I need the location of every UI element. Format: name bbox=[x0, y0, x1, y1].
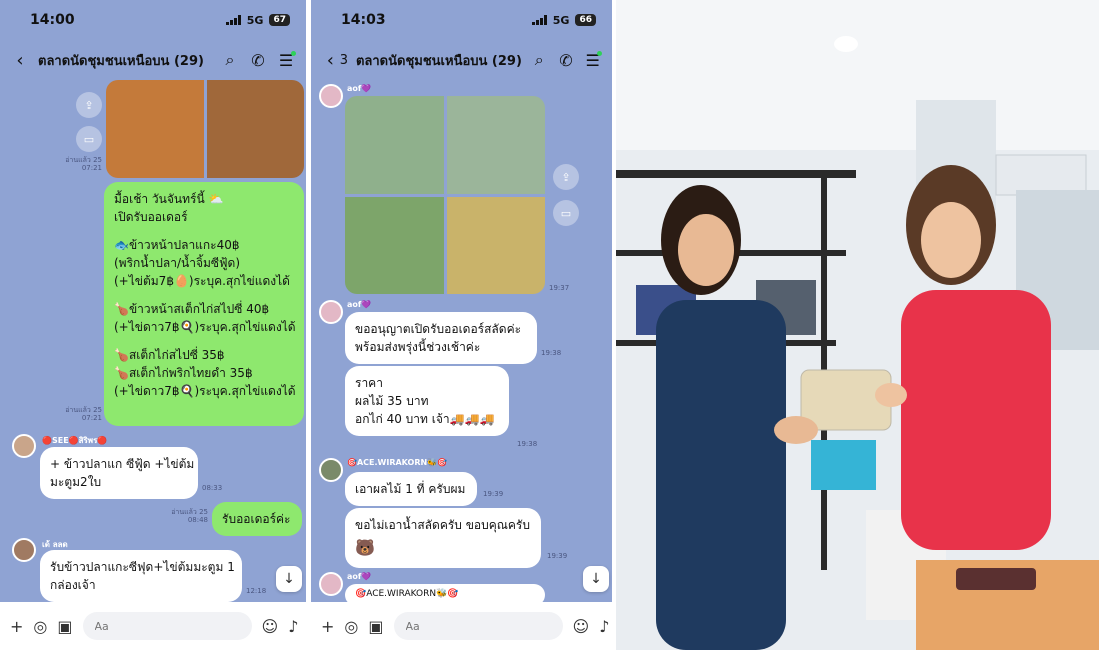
sender-name: aof💜 bbox=[347, 300, 372, 309]
camera-icon[interactable]: ◎ bbox=[33, 617, 47, 636]
sender-name: aof💜 bbox=[347, 572, 372, 581]
chevron-left-icon[interactable]: ‹ bbox=[10, 50, 30, 71]
chat-title: ตลาดนัดชุมชนเหนือบน (29) bbox=[355, 53, 522, 69]
emoji-icon[interactable]: ☺ bbox=[262, 617, 279, 636]
message-input[interactable] bbox=[393, 612, 563, 640]
photo-grilled-chicken[interactable] bbox=[106, 80, 204, 178]
arrow-down-icon[interactable]: ↓ bbox=[583, 566, 609, 592]
phone-icon[interactable]: ✆ bbox=[557, 51, 576, 70]
share-icon[interactable]: ⇪ bbox=[76, 92, 102, 118]
message-time: 19:38 bbox=[517, 440, 538, 448]
save-icon[interactable]: ▭ bbox=[76, 126, 102, 152]
avatar[interactable] bbox=[319, 300, 343, 324]
message-list: aof💜 ⇪ ▭ 19:37 aof💜 ขออนุญาตเปิดรับออเดอ… bbox=[311, 80, 612, 606]
sticker: 🐻 bbox=[355, 538, 375, 557]
phone-icon[interactable]: ✆ bbox=[248, 51, 268, 70]
save-icon[interactable]: ▭ bbox=[553, 200, 579, 226]
photo-chicken-salad[interactable] bbox=[345, 196, 444, 294]
camera-icon[interactable]: ◎ bbox=[344, 617, 358, 636]
message-input-bar: + ◎ ▣ ☺ ♪ bbox=[0, 602, 306, 650]
food-photo-grid[interactable] bbox=[106, 80, 304, 178]
plus-icon[interactable]: + bbox=[321, 617, 334, 636]
message-time: 19:39 bbox=[547, 552, 568, 560]
status-time: 14:03 bbox=[341, 12, 386, 28]
chat-title: ตลาดนัดชุมชนเหนือบน (29) bbox=[38, 53, 204, 69]
arrow-down-icon[interactable]: ↓ bbox=[276, 566, 302, 592]
status-bar: 14:03 5G 66 bbox=[311, 0, 612, 40]
read-receipt: อ่านแล้ว 25 07:21 bbox=[65, 156, 102, 173]
sender-name: 🔴SEE🔴สิริพร🔴 bbox=[42, 436, 108, 445]
message-bubble[interactable]: + ข้าวปลาแก ซีฟู้ด +ไข่ต้ม มะตูม2ใบ bbox=[40, 447, 198, 499]
message-bubble[interactable]: ขอไม่เอาน้ำสลัดครับ ขอบคุณครับ 🐻 bbox=[345, 508, 541, 568]
back-count[interactable]: 3 bbox=[340, 53, 348, 68]
salad-photo-grid[interactable] bbox=[345, 96, 545, 294]
read-receipt: อ่านแล้ว 25 08:48 bbox=[171, 508, 208, 525]
read-receipt: อ่านแล้ว 25 07:21 bbox=[65, 406, 102, 423]
message-time: 19:38 bbox=[541, 349, 562, 357]
avatar[interactable] bbox=[12, 538, 36, 562]
chat-header: ‹ ตลาดนัดชุมชนเหนือบน (29) ⌕ ✆ ☰ bbox=[0, 40, 306, 80]
sender-name: 🎯ACE.WIRAKORN🐝🎯 bbox=[347, 458, 448, 467]
status-bar: 14:00 5G 67 bbox=[0, 0, 306, 40]
message-time: 08:33 bbox=[202, 484, 223, 492]
message-bubble[interactable]: รับข้าวปลาแกะซีฟุด+ไข่ต้มมะตูม 1 กล่องเจ… bbox=[40, 550, 242, 602]
emoji-icon[interactable]: ☺ bbox=[573, 617, 590, 636]
message-input-bar: + ◎ ▣ ☺ ♪ bbox=[311, 602, 612, 650]
chat-header: ‹ 3 ตลาดนัดชุมชนเหนือบน (29) ⌕ ✆ ☰ bbox=[311, 40, 612, 80]
photo-salad-boxes[interactable] bbox=[345, 96, 444, 194]
signal-icon bbox=[531, 15, 547, 25]
photo-salad-boxes[interactable] bbox=[446, 96, 545, 194]
signal-icon bbox=[225, 15, 241, 25]
avatar[interactable] bbox=[319, 458, 343, 482]
avatar[interactable] bbox=[319, 572, 343, 596]
my-reply-bubble[interactable]: รับออเดอร์ค่ะ bbox=[212, 502, 302, 536]
message-time: 19:39 bbox=[483, 490, 504, 498]
message-time: 19:37 bbox=[549, 284, 570, 292]
message-time: 12:18 bbox=[246, 587, 267, 595]
photo-fish-and-egg[interactable] bbox=[206, 80, 304, 178]
office-photo bbox=[616, 0, 1099, 650]
menu-icon[interactable]: ☰ bbox=[583, 50, 602, 70]
image-icon[interactable]: ▣ bbox=[57, 617, 72, 636]
menu-message[interactable]: มื้อเช้า วันจันทร์นี้ ⛅ เปิดรับออเดอร์ 🐟… bbox=[104, 182, 304, 426]
status-time: 14:00 bbox=[30, 12, 75, 28]
message-list: ⇪ ▭ อ่านแล้ว 25 07:21 มื้อเช้า วันจันทร์… bbox=[0, 80, 306, 602]
plus-icon[interactable]: + bbox=[10, 617, 23, 636]
message-bubble[interactable]: ขออนุญาตเปิดรับออเดอร์สลัดค่ะ พร้อมส่งพร… bbox=[345, 312, 537, 364]
two-women-with-salad-photo bbox=[616, 0, 1099, 650]
avatar[interactable] bbox=[12, 434, 36, 458]
message-input[interactable] bbox=[82, 612, 252, 640]
avatar[interactable] bbox=[319, 84, 343, 108]
menu-icon[interactable]: ☰ bbox=[276, 50, 296, 70]
message-bubble[interactable]: ราคา ผลไม้ 35 บาท อกไก่ 40 บาท เจ้า🚚🚚🚚 bbox=[345, 366, 509, 436]
network-type: 5G bbox=[246, 13, 264, 27]
search-icon[interactable]: ⌕ bbox=[530, 50, 549, 70]
search-icon[interactable]: ⌕ bbox=[220, 50, 240, 70]
mic-icon[interactable]: ♪ bbox=[288, 617, 298, 636]
battery-level: 66 bbox=[575, 14, 596, 26]
image-icon[interactable]: ▣ bbox=[368, 617, 383, 636]
chat-screen-left: 14:00 5G 67 ‹ ตลาดนัดชุมชนเหนือบน (29) ⌕… bbox=[0, 0, 306, 650]
chat-screen-right: 14:03 5G 66 ‹ 3 ตลาดนัดชุมชนเหนือบน (29)… bbox=[311, 0, 612, 650]
photo-fruit-salad[interactable] bbox=[446, 196, 545, 294]
message-bubble[interactable]: เอาผลไม้ 1 ที่ ครับผม bbox=[345, 472, 477, 506]
share-icon[interactable]: ⇪ bbox=[553, 164, 579, 190]
network-type: 5G bbox=[552, 13, 570, 27]
sender-name: aof💜 bbox=[347, 84, 372, 93]
chevron-left-icon[interactable]: ‹ bbox=[321, 50, 340, 71]
mic-icon[interactable]: ♪ bbox=[599, 617, 609, 636]
battery-level: 67 bbox=[269, 14, 290, 26]
